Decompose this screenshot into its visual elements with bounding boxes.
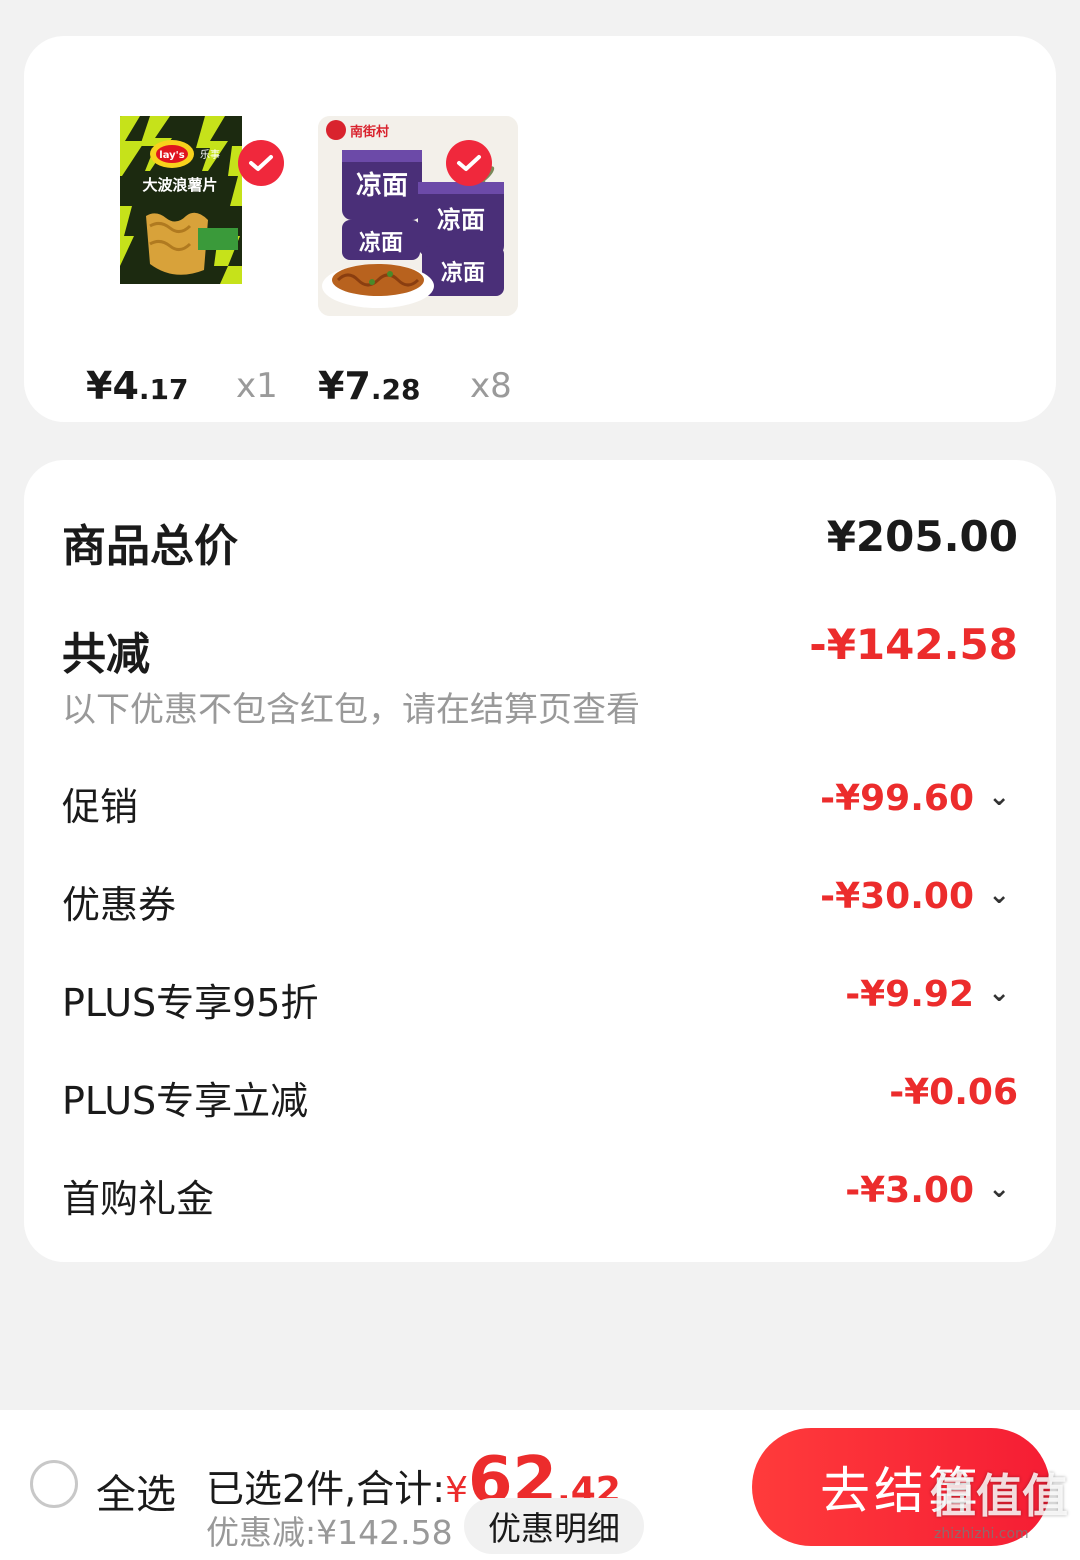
svg-text:南街村: 南街村 xyxy=(350,124,389,140)
plus-reduction-value: -¥0.06 xyxy=(889,1072,1018,1113)
svg-text:凉面: 凉面 xyxy=(359,230,403,256)
price-summary-card: 商品总价 ¥205.00 共减 -¥142.58 以下优惠不包含红包，请在结算页… xyxy=(24,460,1056,1262)
svg-text:大波浪薯片: 大波浪薯片 xyxy=(142,176,217,194)
plus-discount-label: PLUS专享95折 xyxy=(62,981,319,1025)
total-currency: ¥ xyxy=(445,1470,468,1511)
svg-text:乐事: 乐事 xyxy=(200,148,220,161)
plus-reduction-label: PLUS专享立减 xyxy=(62,1079,309,1123)
svg-text:凉面: 凉面 xyxy=(441,260,485,286)
selected-count-text: 已选2件,合计: xyxy=(206,1467,446,1511)
chevron-down-icon[interactable]: ⌄ xyxy=(988,880,1010,910)
coupon-label: 优惠券 xyxy=(62,883,177,927)
discount-note: 以下优惠不包含红包，请在结算页查看 xyxy=(62,690,640,730)
product-quantity: x1 xyxy=(236,366,278,406)
product-quantity: x8 xyxy=(470,366,512,406)
first-purchase-gift-label: 首购礼金 xyxy=(62,1177,215,1221)
discount-detail-button[interactable]: 优惠明细 xyxy=(464,1498,644,1554)
chevron-down-icon[interactable]: ⌄ xyxy=(988,978,1010,1008)
coupon-value: -¥30.00 xyxy=(820,876,974,917)
total-price-value: ¥205.00 xyxy=(826,512,1018,561)
promotion-value: -¥99.60 xyxy=(820,778,974,819)
plus-discount-value: -¥9.92 xyxy=(845,974,974,1015)
product-price: ¥4.17 xyxy=(86,364,189,408)
product-selected-check-icon[interactable] xyxy=(446,140,492,186)
total-reduction-label: 共减 xyxy=(62,629,150,680)
product-image-noodles[interactable]: 南街村 凉面 凉面 凉面 凉面 xyxy=(318,116,518,316)
first-purchase-gift-value: -¥3.00 xyxy=(845,1170,974,1211)
total-price-label: 商品总价 xyxy=(62,521,238,572)
product-price: ¥7.28 xyxy=(318,364,421,408)
checkout-bar: 全选 已选2件,合计:¥62.42 优惠减:¥142.58 优惠明细 去结算 xyxy=(0,1410,1080,1560)
selected-products-card: lay's 乐事 大波浪薯片 ¥4.17 x1 南街村 凉面 凉面 凉面 凉面 … xyxy=(24,36,1056,422)
promotion-label: 促销 xyxy=(62,785,139,829)
chevron-down-icon[interactable]: ⌄ xyxy=(988,1174,1010,1204)
chevron-down-icon[interactable]: ⌄ xyxy=(988,782,1010,812)
product-selected-check-icon[interactable] xyxy=(238,140,284,186)
product-image-chips[interactable]: lay's 乐事 大波浪薯片 xyxy=(110,116,310,316)
checkout-button[interactable]: 去结算 xyxy=(752,1428,1050,1546)
total-reduction-value: -¥142.58 xyxy=(809,620,1018,669)
svg-text:凉面: 凉面 xyxy=(437,205,485,234)
discount-total-text: 优惠减:¥142.58 xyxy=(206,1513,453,1552)
select-all-label[interactable]: 全选 xyxy=(96,1462,176,1520)
select-all-radio[interactable] xyxy=(30,1460,78,1508)
svg-text:凉面: 凉面 xyxy=(356,171,408,201)
svg-text:lay's: lay's xyxy=(159,150,184,161)
